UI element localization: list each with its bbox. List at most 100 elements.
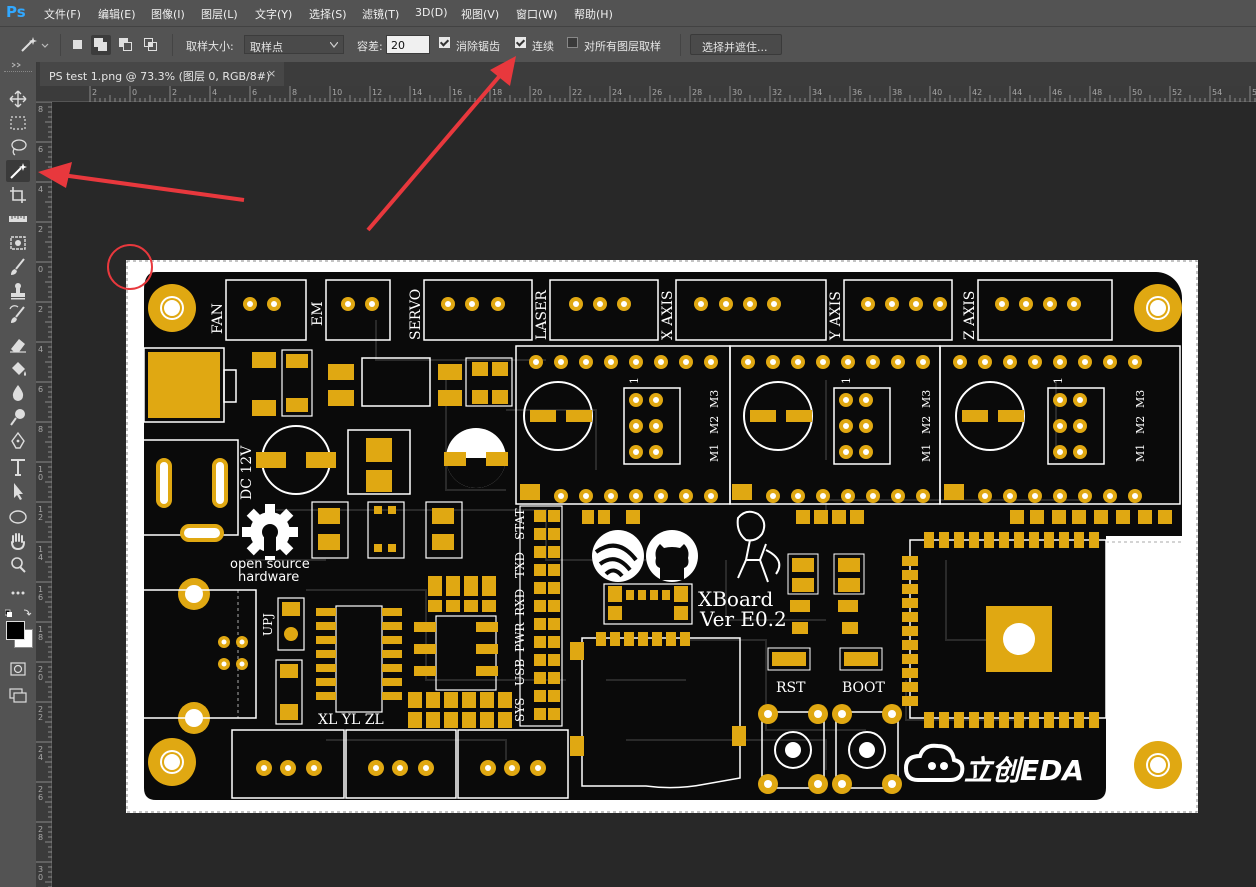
type-tool[interactable] bbox=[6, 456, 30, 478]
antialias-checkbox[interactable] bbox=[439, 37, 450, 48]
ruler-label: 22 bbox=[38, 705, 44, 722]
annotation-overlay bbox=[107, 244, 153, 290]
menu-window[interactable]: 窗口(W) bbox=[516, 6, 557, 22]
photoshop-logo: Ps bbox=[6, 3, 26, 21]
type-icon bbox=[11, 459, 25, 476]
quick-mask-icon bbox=[10, 662, 26, 676]
menu-image[interactable]: 图像(I) bbox=[151, 6, 185, 22]
ruler-label: 24 bbox=[38, 745, 44, 762]
menu-view[interactable]: 视图(V) bbox=[461, 6, 499, 22]
zoom-tool[interactable] bbox=[6, 554, 30, 576]
default-colors-icon bbox=[4, 609, 32, 617]
vertical-ruler[interactable]: 8 6 4 2 0 2 4 6 8 10 12 14 16 18 20 22 24 26 28 30 bbox=[36, 102, 52, 887]
ruler-label: 28 bbox=[38, 825, 44, 842]
tolerance-value: 20 bbox=[391, 39, 405, 52]
add-selection-icon[interactable] bbox=[91, 35, 111, 55]
ruler-label: 28 bbox=[692, 88, 703, 97]
ruler-label: 14 bbox=[38, 545, 44, 562]
ruler-label: 30 bbox=[38, 865, 44, 882]
horizontal-ruler[interactable]: 2 0 2 4 6 8 10 12 14 16 18 20 22 24 26 28 30 32 34 36 38 40 42… bbox=[36, 86, 1256, 102]
hand-tool[interactable] bbox=[6, 530, 30, 552]
ruler-label: 8 bbox=[38, 105, 44, 114]
crop-tool[interactable] bbox=[6, 184, 30, 206]
brush-tool[interactable] bbox=[6, 256, 30, 278]
move-tool[interactable] bbox=[6, 88, 30, 110]
tolerance-input[interactable]: 20 bbox=[386, 35, 430, 54]
history-brush-tool[interactable] bbox=[6, 304, 30, 326]
ruler-label: 46 bbox=[1052, 88, 1063, 97]
eraser-tool[interactable] bbox=[6, 334, 30, 356]
magic-wand-tool[interactable] bbox=[6, 160, 30, 182]
screen-mode-icon bbox=[9, 688, 27, 703]
lasso-tool[interactable] bbox=[6, 136, 30, 158]
path-select-tool[interactable] bbox=[6, 480, 30, 502]
menu-filter[interactable]: 滤镜(T) bbox=[362, 6, 399, 22]
ruler-label: 12 bbox=[38, 505, 44, 522]
frame-icon bbox=[10, 236, 26, 250]
ruler-label: 56 bbox=[1252, 88, 1256, 97]
new-selection-icon[interactable] bbox=[68, 35, 88, 55]
zoom-icon bbox=[11, 557, 26, 573]
menu-edit[interactable]: 编辑(E) bbox=[98, 6, 136, 22]
ruler-label: 2 bbox=[38, 225, 44, 234]
contiguous-checkbox[interactable] bbox=[515, 37, 526, 48]
stamp-icon bbox=[11, 283, 25, 300]
screen-mode[interactable] bbox=[6, 684, 30, 706]
color-swatches[interactable] bbox=[4, 608, 33, 648]
healing-tool[interactable] bbox=[6, 232, 30, 254]
select-and-mask-button[interactable]: 选择并遮住... bbox=[690, 34, 782, 55]
document-tab-bar: PS test 1.png @ 73.3% (图层 0, RGB/8#) × bbox=[36, 62, 1256, 86]
marquee-tool[interactable] bbox=[6, 112, 30, 134]
close-icon[interactable]: × bbox=[267, 67, 276, 80]
ruler-label: 8 bbox=[38, 425, 44, 434]
ruler-label: 2 bbox=[92, 88, 98, 97]
magic-wand-preset-icon[interactable] bbox=[18, 35, 52, 55]
lasso-icon bbox=[11, 139, 27, 156]
ruler-label: 6 bbox=[252, 88, 258, 97]
eyedropper-tool[interactable] bbox=[6, 208, 30, 230]
ruler-label: 22 bbox=[572, 88, 583, 97]
ruler-label: 0 bbox=[38, 265, 44, 274]
annotation-circle bbox=[107, 244, 153, 290]
menu-help[interactable]: 帮助(H) bbox=[574, 6, 613, 22]
subtract-selection-icon[interactable] bbox=[116, 35, 136, 55]
sample-size-value: 取样点 bbox=[250, 41, 283, 54]
pen-tool[interactable] bbox=[6, 430, 30, 452]
sample-size-select[interactable]: 取样点 bbox=[244, 35, 344, 54]
ruler-label: 26 bbox=[652, 88, 663, 97]
dodge-tool[interactable] bbox=[6, 406, 30, 428]
ruler-label: 26 bbox=[38, 785, 44, 802]
ruler-label: 20 bbox=[38, 665, 44, 682]
menu-3d[interactable]: 3D(D) bbox=[415, 6, 448, 19]
ruler-ticks bbox=[89, 86, 1256, 102]
blur-tool[interactable] bbox=[6, 382, 30, 404]
ruler-label: 20 bbox=[532, 88, 543, 97]
panel-collapse-icon[interactable] bbox=[10, 62, 26, 68]
paint-bucket-tool[interactable] bbox=[6, 358, 30, 380]
ruler-label: 2 bbox=[38, 305, 44, 314]
ruler-label: 42 bbox=[972, 88, 983, 97]
magic-wand-icon bbox=[10, 163, 27, 179]
all-layers-checkbox[interactable] bbox=[567, 37, 578, 48]
foreground-color-swatch[interactable] bbox=[6, 621, 25, 640]
ruler-label: 36 bbox=[852, 88, 863, 97]
menu-layer[interactable]: 图层(L) bbox=[201, 6, 238, 22]
menu-file[interactable]: 文件(F) bbox=[44, 6, 81, 22]
menu-select[interactable]: 选择(S) bbox=[309, 6, 347, 22]
tools-panel bbox=[0, 62, 37, 887]
sample-size-label: 取样大小: bbox=[186, 40, 234, 53]
document-workspace[interactable]: FAN EM SERVO LASER X AXIS Y AXIS Z AXIS … bbox=[52, 102, 1256, 887]
ruler-label: 18 bbox=[492, 88, 503, 97]
stamp-tool[interactable] bbox=[6, 280, 30, 302]
more-tools[interactable] bbox=[6, 582, 30, 604]
ruler-icon bbox=[9, 216, 27, 222]
intersect-selection-icon[interactable] bbox=[141, 35, 161, 55]
quick-mask[interactable] bbox=[6, 658, 30, 680]
ellipse-tool[interactable] bbox=[6, 506, 30, 528]
select-and-mask-label: 选择并遮住... bbox=[702, 41, 768, 54]
ruler-label: 16 bbox=[38, 585, 44, 602]
menu-type[interactable]: 文字(Y) bbox=[255, 6, 292, 22]
document-tab[interactable]: PS test 1.png @ 73.3% (图层 0, RGB/8#) × bbox=[40, 62, 284, 86]
tolerance-label: 容差: bbox=[357, 40, 383, 53]
move-icon bbox=[9, 90, 27, 108]
